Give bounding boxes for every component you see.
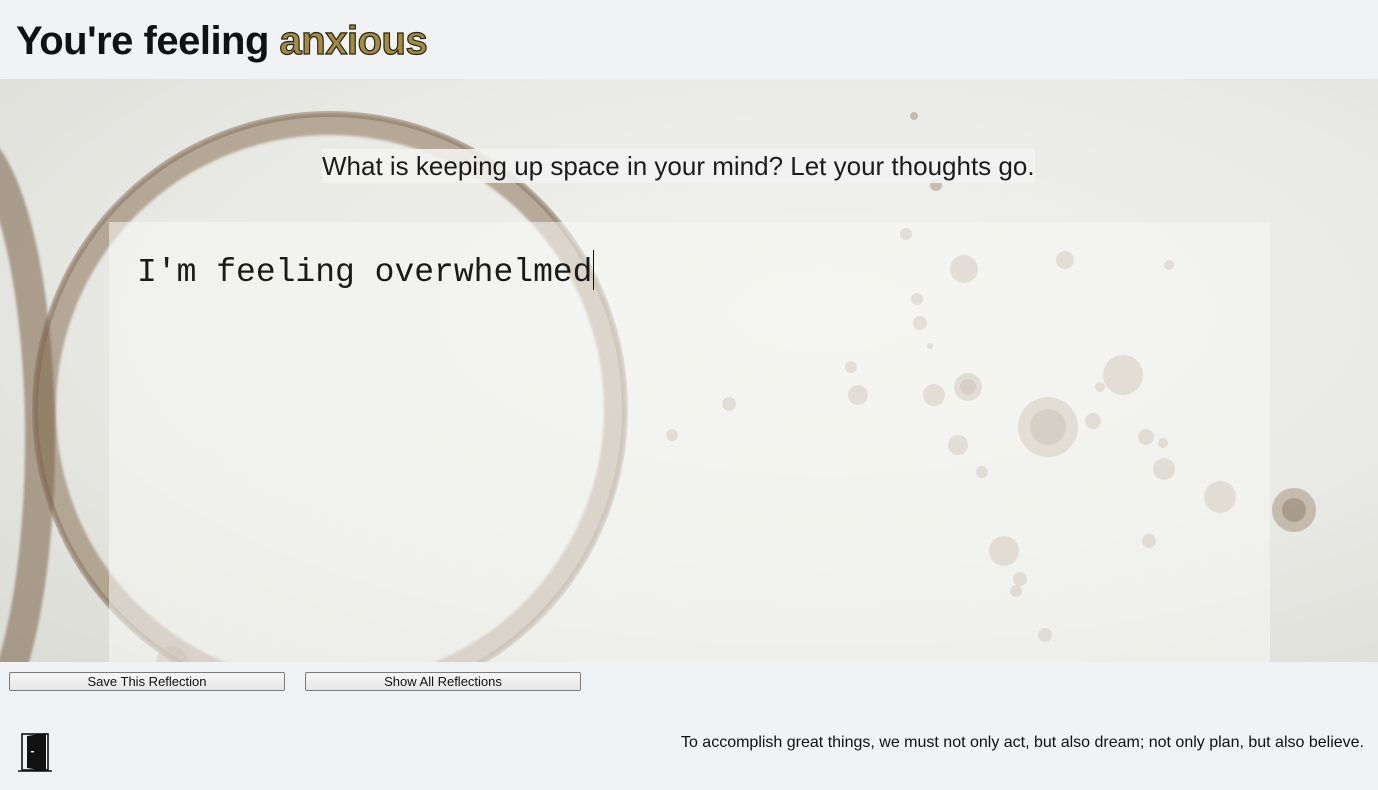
app-header: You're feeling anxious (0, 0, 1378, 79)
inspirational-quote: To accomplish great things, we must not … (680, 734, 1364, 751)
page-title: You're feeling anxious (16, 16, 428, 66)
door-exit-icon[interactable] (17, 730, 53, 774)
paper-background: What is keeping up space in your mind? L… (0, 79, 1378, 662)
title-prefix: You're feeling (16, 19, 280, 63)
reflection-entry-text: I'm feeling overwhelmed (137, 254, 593, 291)
reflection-prompt: What is keeping up space in your mind? L… (322, 149, 1035, 183)
save-reflection-button[interactable]: Save This Reflection (9, 672, 285, 691)
door-icon-graphic (18, 733, 52, 772)
reflection-textarea[interactable]: I'm feeling overwhelmed (137, 250, 1237, 295)
text-cursor (593, 250, 595, 290)
mood-word: anxious (279, 18, 428, 63)
reflection-entry-panel[interactable]: I'm feeling overwhelmed (109, 222, 1270, 662)
show-all-reflections-button[interactable]: Show All Reflections (305, 672, 581, 691)
